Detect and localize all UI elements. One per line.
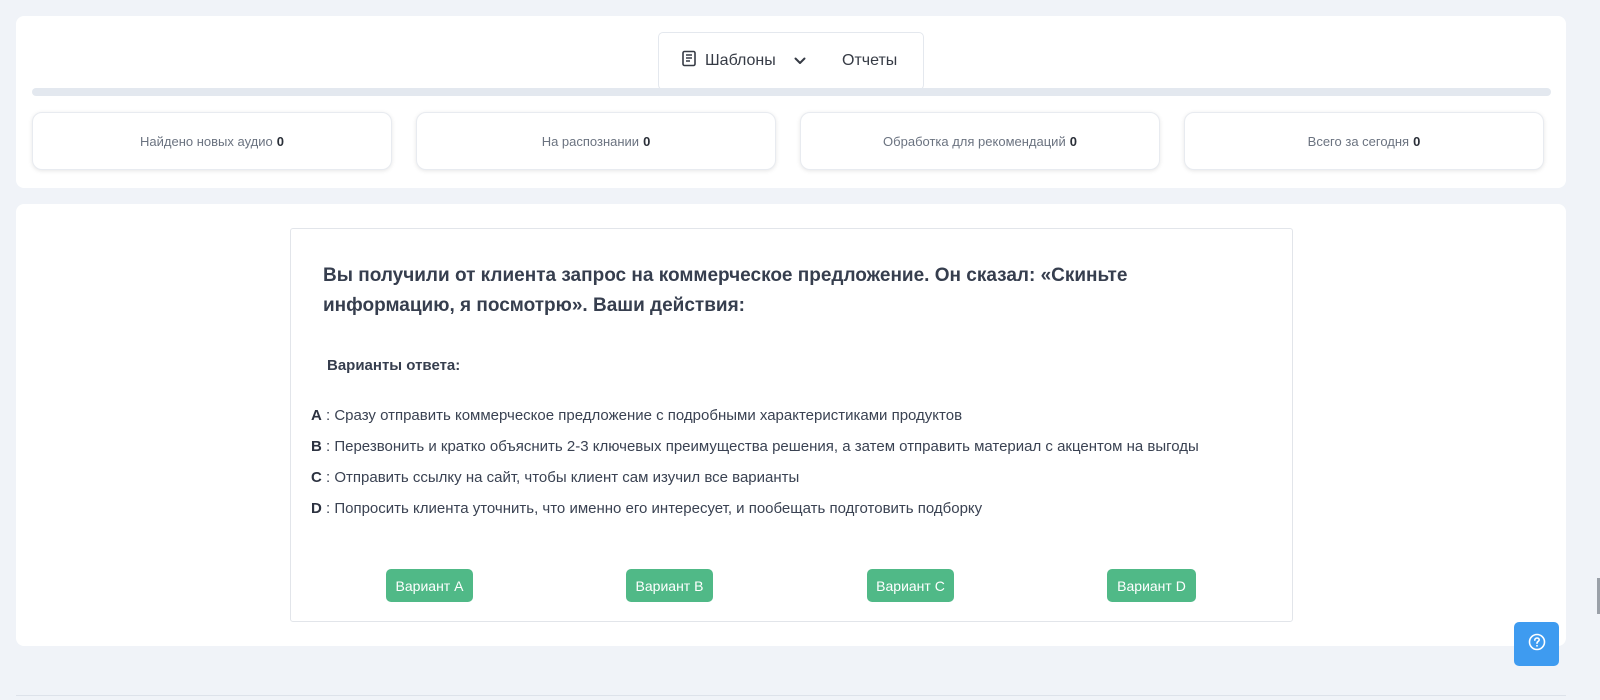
variant-a-button[interactable]: Вариант A [386, 569, 473, 602]
stat-label: Найдено новых аудио [140, 133, 273, 149]
templates-label: Шаблоны [705, 52, 776, 69]
quiz-card: Вы получили от клиента запрос на коммерч… [290, 228, 1293, 622]
stat-card-today-total: Всего за сегодня 0 [1184, 112, 1544, 170]
stat-card-recommendations: Обработка для рекомендаций 0 [800, 112, 1160, 170]
option-text: : Перезвонить и кратко объяснить 2-3 клю… [321, 438, 1199, 455]
option-text: : Попросить клиента уточнить, что именно… [321, 500, 983, 517]
option-letter: D [311, 500, 322, 517]
option-text: : Отправить ссылку на сайт, чтобы клиент… [321, 469, 800, 486]
footer-divider [16, 695, 1566, 696]
stat-label: Всего за сегодня [1307, 133, 1410, 149]
stat-value: 0 [1069, 133, 1077, 149]
book-icon [681, 50, 697, 72]
help-button[interactable] [1514, 622, 1559, 666]
option-text: : Сразу отправить коммерческое предложен… [321, 407, 963, 424]
progress-bar [32, 88, 1551, 96]
stat-value: 0 [643, 133, 651, 149]
stat-label: На распознании [541, 133, 640, 149]
answer-option-b: B : Перезвонить и кратко объяснить 2-3 к… [311, 436, 1199, 458]
templates-menu[interactable]: Шаблоны [681, 33, 806, 89]
stat-card-new-audio: Найдено новых аудио 0 [32, 112, 392, 170]
top-nav: Шаблоны Отчеты [658, 32, 924, 90]
stats-panel: Шаблоны Отчеты Найдено новых аудио 0 На … [16, 16, 1566, 188]
chevron-down-icon [794, 52, 806, 70]
variant-d-button[interactable]: Вариант D [1107, 569, 1196, 602]
stat-label: Обработка для рекомендаций [883, 133, 1066, 149]
stat-card-recognizing: На распознании 0 [416, 112, 776, 170]
stat-value: 0 [276, 133, 284, 149]
stat-value: 0 [1413, 133, 1421, 149]
option-letter: A [311, 407, 322, 424]
quiz-question: Вы получили от клиента запрос на коммерч… [323, 265, 1128, 316]
variant-c-button[interactable]: Вариант C [867, 569, 954, 602]
answers-title: Варианты ответа: [327, 357, 461, 374]
answer-option-a: A : Сразу отправить коммерческое предлож… [311, 405, 962, 427]
answer-option-d: D : Попросить клиента уточнить, что имен… [311, 498, 982, 520]
quiz-panel: Вы получили от клиента запрос на коммерч… [16, 204, 1566, 646]
answer-option-c: C : Отправить ссылку на сайт, чтобы клие… [311, 467, 799, 489]
help-circle-icon [1528, 633, 1546, 656]
reports-link[interactable]: Отчеты [842, 33, 897, 89]
option-letter: C [311, 469, 322, 486]
option-letter: B [311, 438, 322, 455]
variant-b-button[interactable]: Вариант B [626, 569, 713, 602]
